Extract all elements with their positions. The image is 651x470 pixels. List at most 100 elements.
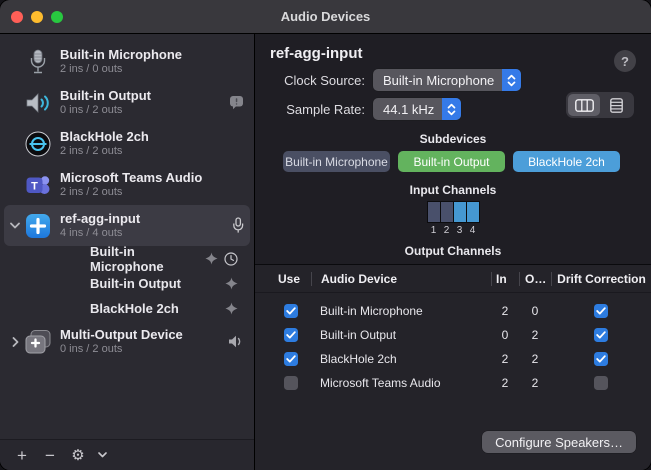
subdevice-chip[interactable]: Built-in Output xyxy=(398,151,505,172)
help-button[interactable]: ? xyxy=(614,50,636,72)
subdevice-item-blackhole-2ch[interactable]: BlackHole 2ch xyxy=(4,296,250,321)
use-checkbox[interactable] xyxy=(284,376,298,390)
sidebar-item-microsoft-teams-audio[interactable]: T Microsoft Teams Audio 2 ins / 2 outs xyxy=(4,164,250,205)
teams-icon: T xyxy=(24,172,52,198)
subdevice-item-built-in-output[interactable]: Built-in Output xyxy=(4,271,250,296)
table-row[interactable]: Built-in Output 0 2 xyxy=(255,323,651,347)
device-sidebar: Built-in Microphone 2 ins / 0 outs Built… xyxy=(0,34,255,470)
title-bar[interactable]: Audio Devices xyxy=(0,0,651,34)
subdevice-badges xyxy=(225,302,238,315)
window-title: Audio Devices xyxy=(281,9,371,24)
sample-rate-popup[interactable]: 44.1 kHz xyxy=(373,98,461,120)
subdevices-title: Subdevices xyxy=(270,132,636,146)
drift-correction-checkbox[interactable] xyxy=(594,304,608,318)
zoom-button[interactable] xyxy=(51,11,63,23)
device-list: Built-in Microphone 2 ins / 0 outs Built… xyxy=(0,34,254,439)
table-cell-in: 2 xyxy=(491,304,519,318)
device-detail: 0 ins / 2 outs xyxy=(60,343,224,357)
gear-icon[interactable]: ⚙ xyxy=(66,444,90,466)
device-detail: 2 ins / 2 outs xyxy=(60,145,244,159)
channel-block xyxy=(428,202,440,222)
device-detail-panel: ref-agg-input ? Clock Source: Built-in M… xyxy=(255,34,651,470)
view-mode-segmented-control xyxy=(566,92,634,118)
use-checkbox[interactable] xyxy=(284,328,298,342)
table-row[interactable]: Built-in Microphone 2 0 xyxy=(255,299,651,323)
speaker-icon xyxy=(24,92,52,114)
subdevice-chip[interactable]: Built-in Microphone xyxy=(283,151,390,172)
sidebar-item-blackhole-2ch[interactable]: BlackHole 2ch 2 ins / 2 outs xyxy=(4,123,250,164)
spark-icon xyxy=(225,302,238,315)
table-row[interactable]: Microsoft Teams Audio 2 2 xyxy=(255,371,651,395)
channel-number: 3 xyxy=(454,225,466,236)
sidebar-item-ref-agg-input[interactable]: ref-agg-input 4 ins / 4 outs xyxy=(4,205,250,246)
input-channel-strip xyxy=(427,201,480,223)
sidebar-item-built-in-output[interactable]: Built-in Output 0 ins / 2 outs xyxy=(4,82,250,123)
sidebar-item-built-in-microphone[interactable]: Built-in Microphone 2 ins / 0 outs xyxy=(4,41,250,82)
drift-correction-checkbox[interactable] xyxy=(594,328,608,342)
svg-text:T: T xyxy=(31,180,38,192)
close-button[interactable] xyxy=(11,11,23,23)
clock-source-popup[interactable]: Built-in Microphone xyxy=(373,69,521,91)
channel-number: 4 xyxy=(467,225,479,236)
popup-stepper-icon xyxy=(442,98,461,120)
column-header-use[interactable]: Use xyxy=(271,272,311,286)
traffic-lights xyxy=(11,0,63,33)
use-checkbox[interactable] xyxy=(284,304,298,318)
channel-numbers: 1 2 3 4 xyxy=(428,225,479,236)
audio-devices-window: Audio Devices Built-in Microphone 2 ins … xyxy=(0,0,651,470)
column-header-in[interactable]: In xyxy=(491,272,519,286)
subdevice-name: BlackHole 2ch xyxy=(90,301,221,316)
chevron-down-icon[interactable] xyxy=(6,222,24,229)
channel-number: 1 xyxy=(428,225,440,236)
device-detail: 4 ins / 4 outs xyxy=(60,227,228,241)
column-header-out[interactable]: O… xyxy=(519,272,551,286)
table-cell-in: 2 xyxy=(491,352,519,366)
chevron-right-icon[interactable] xyxy=(6,337,24,347)
drift-correction-checkbox[interactable] xyxy=(594,376,608,390)
device-detail: 2 ins / 2 outs xyxy=(60,186,244,200)
subdevice-chip[interactable]: BlackHole 2ch xyxy=(513,151,620,172)
sidebar-item-multi-output-device[interactable]: Multi-Output Device 0 ins / 2 outs xyxy=(4,321,250,362)
actions-chevron-down-icon[interactable] xyxy=(94,444,110,466)
table-cell-in: 0 xyxy=(491,328,519,342)
table-cell-out: 2 xyxy=(519,352,551,366)
drift-correction-checkbox[interactable] xyxy=(594,352,608,366)
checkmark-icon xyxy=(596,331,606,339)
spark-icon xyxy=(225,277,238,290)
device-name: ref-agg-input xyxy=(60,211,228,227)
column-header-audio-device[interactable]: Audio Device xyxy=(311,272,491,286)
table-header: Use Audio Device In O… Drift Correction xyxy=(255,265,651,293)
columns-view-button[interactable] xyxy=(568,94,600,116)
checkmark-icon xyxy=(286,307,296,315)
spark-icon xyxy=(205,252,218,265)
add-device-button[interactable]: + xyxy=(10,444,34,466)
output-channels-title: Output Channels xyxy=(270,244,636,258)
device-name: BlackHole 2ch xyxy=(60,129,244,145)
use-checkbox[interactable] xyxy=(284,352,298,366)
multi-output-icon xyxy=(24,329,52,355)
minimize-button[interactable] xyxy=(31,11,43,23)
device-detail: 2 ins / 0 outs xyxy=(60,63,244,77)
microphone-icon xyxy=(24,49,52,75)
table-cell-in: 2 xyxy=(491,376,519,390)
table-cell-device: BlackHole 2ch xyxy=(311,352,491,366)
column-header-drift-correction[interactable]: Drift Correction xyxy=(551,272,651,286)
rows-view-button[interactable] xyxy=(600,94,632,116)
remove-device-button[interactable]: − xyxy=(38,444,62,466)
subdevice-name: Built-in Microphone xyxy=(90,244,201,274)
checkmark-icon xyxy=(596,307,606,315)
table-cell-out: 2 xyxy=(519,376,551,390)
table-cell-device: Built-in Microphone xyxy=(311,304,491,318)
table-cell-out: 0 xyxy=(519,304,551,318)
popup-stepper-icon xyxy=(502,69,521,91)
configure-speakers-button[interactable]: Configure Speakers… xyxy=(482,431,636,453)
channel-block xyxy=(467,202,479,222)
device-name: Built-in Microphone xyxy=(60,47,244,63)
table-row[interactable]: BlackHole 2ch 2 2 xyxy=(255,347,651,371)
clock-source-label: Clock Source: xyxy=(270,73,365,88)
subdevice-item-built-in-microphone[interactable]: Built-in Microphone xyxy=(4,246,250,271)
input-channels-title: Input Channels xyxy=(270,183,636,197)
channel-block xyxy=(441,202,453,222)
default-input-mic-icon xyxy=(232,217,244,234)
device-name: Microsoft Teams Audio xyxy=(60,170,244,186)
